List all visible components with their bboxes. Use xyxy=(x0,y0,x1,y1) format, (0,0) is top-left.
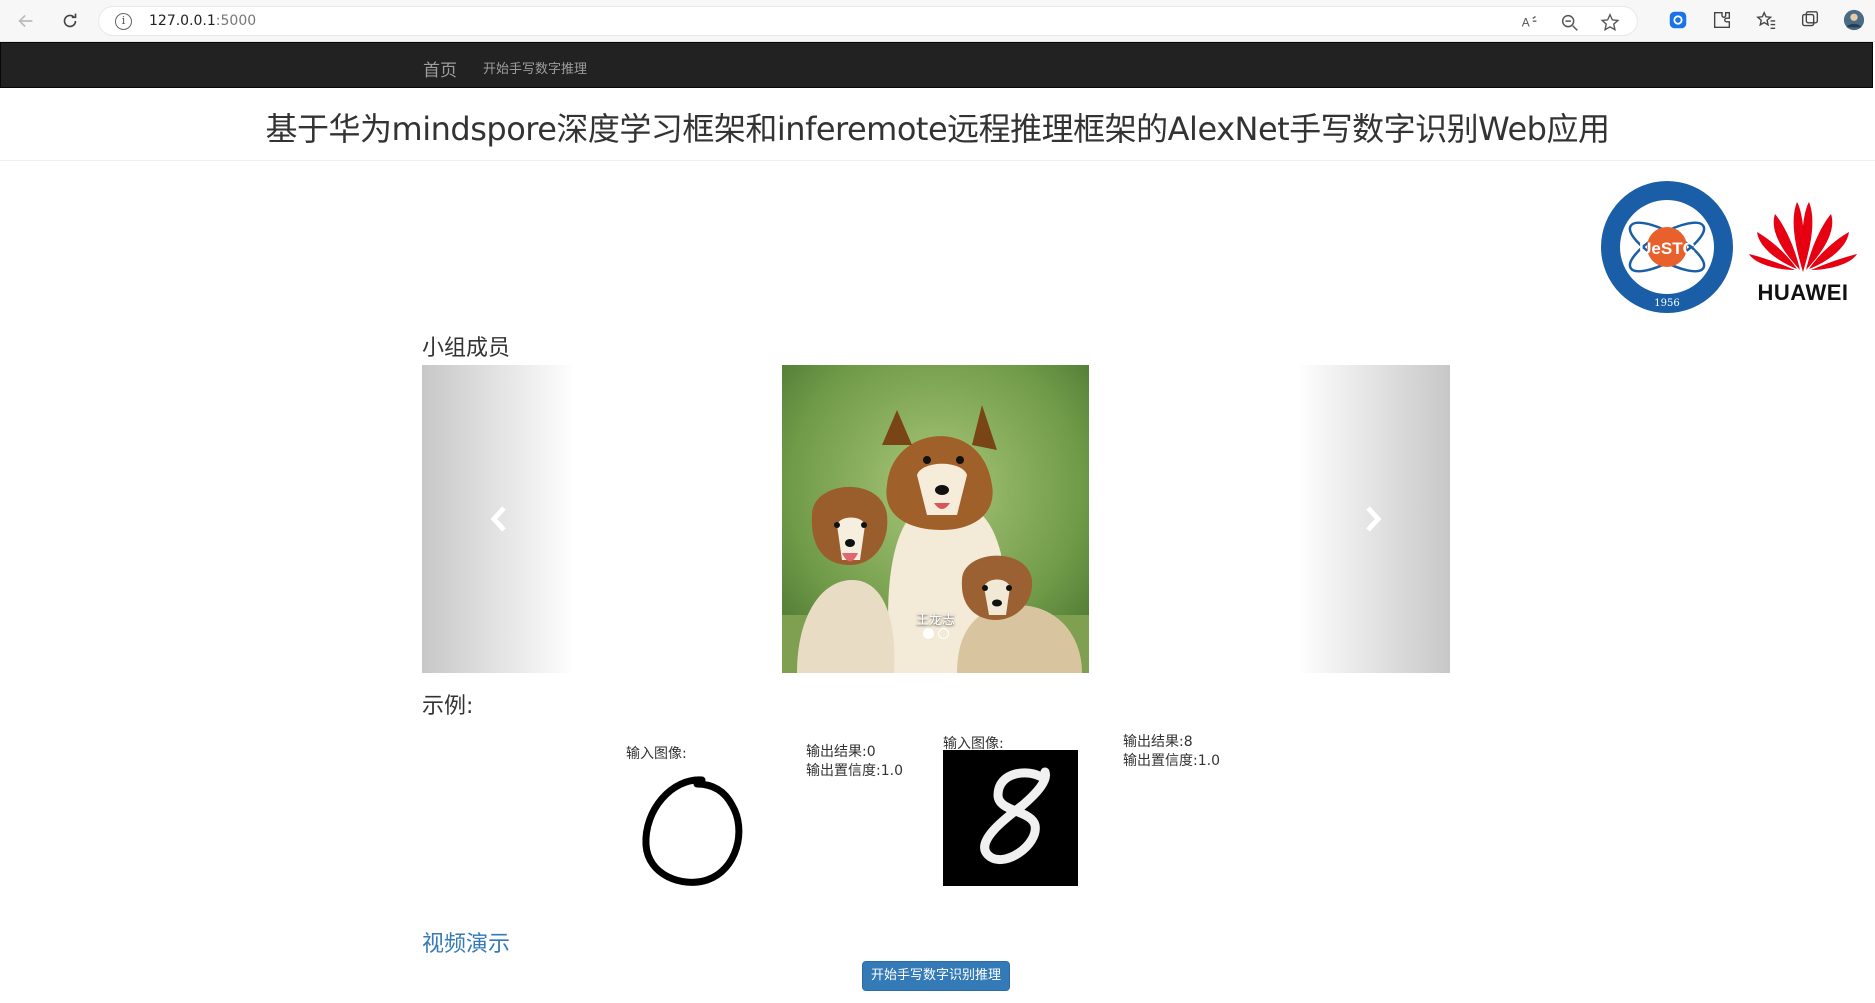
reload-icon xyxy=(63,13,77,28)
address-bar[interactable]: i 127.0.0.1:5000 A xyxy=(98,6,1638,36)
nav-inference-link[interactable]: 开始手写数字推理 xyxy=(483,58,587,77)
huawei-logo: HUAWEI xyxy=(1740,180,1866,316)
example-1-digit-image xyxy=(632,770,752,890)
carousel-indicator-2[interactable] xyxy=(937,628,949,639)
example-1-output-label: 输出结果:0 xyxy=(806,744,876,760)
favorites-icon[interactable] xyxy=(1755,9,1777,31)
huawei-wordmark: HUAWEI xyxy=(1757,280,1849,305)
svg-text:A: A xyxy=(1522,16,1530,30)
page-header: 基于华为mindspore深度学习框架和inferemote远程推理框架的Ale… xyxy=(0,88,1875,161)
members-carousel: 王龙志 xyxy=(422,365,1450,673)
example-2-output-label: 输出结果:8 xyxy=(1123,734,1193,750)
extensions-icon[interactable] xyxy=(1711,9,1733,31)
site-navbar: 首页 开始手写数字推理 xyxy=(0,42,1873,88)
browser-toolbar: i 127.0.0.1:5000 A xyxy=(0,0,1875,42)
reload-button[interactable] xyxy=(58,9,82,33)
back-button[interactable] xyxy=(14,9,38,33)
profile-avatar-icon[interactable] xyxy=(1843,9,1865,31)
nav-home-link[interactable]: 首页 xyxy=(423,56,457,81)
info-icon[interactable]: i xyxy=(115,13,132,30)
example-1-result: 输出结果:0 输出置信度:1.0 xyxy=(806,743,903,781)
video-demo-link[interactable]: 视频演示 xyxy=(422,926,510,958)
members-heading: 小组成员 xyxy=(422,336,511,361)
svg-text:1956: 1956 xyxy=(1654,298,1679,309)
examples-heading: 示例: xyxy=(422,694,474,719)
extension-active-icon[interactable] xyxy=(1667,9,1689,31)
svg-text:UeSTC: UeSTC xyxy=(1639,239,1695,258)
arrow-left-icon xyxy=(18,14,33,28)
favorite-add-icon[interactable] xyxy=(1599,12,1621,34)
carousel-next-button[interactable] xyxy=(1296,365,1450,673)
chevron-right-icon xyxy=(1366,506,1382,532)
example-1-input-label: 输入图像: xyxy=(626,746,687,762)
carousel-caption: 王龙志 xyxy=(915,613,955,628)
chevron-left-icon xyxy=(490,506,506,532)
uestc-logo: UeSTC 1956 xyxy=(1601,181,1733,313)
example-2-confidence-label: 输出置信度:1.0 xyxy=(1123,753,1220,769)
address-url: 127.0.0.1:5000 xyxy=(149,13,257,29)
start-inference-button[interactable]: 开始手写数字识别推理 xyxy=(862,961,1010,991)
read-aloud-icon[interactable]: A xyxy=(1519,12,1541,34)
zoom-out-icon[interactable] xyxy=(1559,12,1581,34)
example-2-digit-image xyxy=(943,750,1078,886)
example-2-result: 输出结果:8 输出置信度:1.0 xyxy=(1123,733,1220,771)
carousel-prev-button[interactable] xyxy=(422,365,576,673)
page-title: 基于华为mindspore深度学习框架和inferemote远程推理框架的Ale… xyxy=(265,110,1610,148)
collections-icon[interactable] xyxy=(1799,9,1821,31)
carousel-indicators xyxy=(782,628,1089,639)
carousel-indicator-1[interactable] xyxy=(922,628,934,639)
example-1-confidence-label: 输出置信度:1.0 xyxy=(806,763,903,779)
